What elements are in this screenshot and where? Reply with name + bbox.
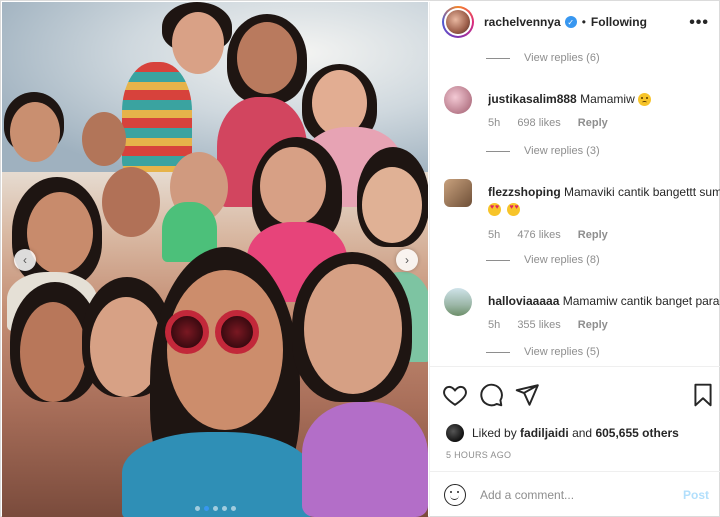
comment-likes[interactable]: 698 likes	[517, 117, 560, 129]
comment-message: Mamamiw cantik banget para	[562, 294, 720, 308]
person-face	[102, 167, 160, 237]
likes-middle: and	[572, 426, 593, 440]
person-shirt	[122, 62, 192, 172]
avatar[interactable]	[442, 6, 474, 38]
likes-prefix: Liked by	[472, 426, 517, 440]
comment-meta: 5h 355 likes Reply	[488, 319, 622, 331]
carousel-dot	[212, 506, 218, 511]
person-face	[304, 264, 402, 394]
commenter-avatar[interactable]	[444, 86, 472, 114]
person-face	[27, 192, 93, 274]
comment-likes[interactable]: 355 likes	[517, 319, 560, 331]
view-replies-link[interactable]: View replies (6)	[486, 52, 600, 64]
post-side-panel: rachelvennya ✓ • Following ••• View repl…	[429, 2, 720, 517]
commenter-username[interactable]: justikasalim888	[488, 92, 577, 106]
comment-age: 5h	[488, 319, 501, 331]
paper-plane-icon[interactable]	[514, 382, 540, 408]
view-replies-label: View replies (6)	[524, 52, 600, 64]
carousel-indicator	[2, 506, 428, 511]
post-timestamp[interactable]: 5 HOURS AGO	[446, 450, 511, 460]
chevron-right-icon: ›	[405, 253, 409, 267]
comment-emojis	[488, 201, 522, 219]
verified-badge-icon: ✓	[564, 16, 577, 28]
commenter-username[interactable]: halloviaaaaa	[488, 294, 559, 308]
action-bar	[430, 382, 720, 414]
commenter-avatar[interactable]	[444, 288, 472, 316]
comment-icon[interactable]	[478, 382, 504, 408]
reply-button[interactable]: Reply	[578, 229, 608, 241]
comment-likes[interactable]: 476 likes	[517, 229, 560, 241]
comment-age: 5h	[488, 229, 501, 241]
comment-age: 5h	[488, 117, 501, 129]
author-username[interactable]: rachelvennya	[484, 15, 561, 29]
person-face	[260, 147, 326, 225]
reply-line	[486, 259, 510, 261]
comment-meta: 5h 698 likes Reply	[488, 117, 622, 129]
heart-icon[interactable]	[442, 382, 468, 408]
divider	[430, 366, 720, 367]
person-shirt	[302, 402, 428, 517]
post-photo[interactable]: ‹ ›	[2, 2, 428, 517]
heart-eyes-emoji-icon	[507, 203, 521, 217]
person-face	[172, 12, 224, 74]
carousel-dot-active	[203, 506, 209, 511]
likes-others-link[interactable]: 605,655 others	[595, 426, 678, 440]
bookmark-icon[interactable]	[690, 382, 716, 408]
carousel-dot	[221, 506, 227, 511]
view-replies-link[interactable]: View replies (5)	[486, 346, 600, 358]
reply-line	[486, 150, 510, 152]
comment-text: halloviaaaaa Mamamiw cantik banget para	[488, 294, 720, 308]
comment-composer: Post	[430, 472, 720, 517]
liker-avatar[interactable]	[446, 424, 464, 442]
heart-eyes-emoji-icon	[488, 203, 501, 217]
reply-line	[486, 351, 510, 353]
comment-text: justikasalim888 Mamamiw	[488, 92, 720, 107]
following-button[interactable]: Following	[591, 15, 647, 29]
person-face	[237, 22, 297, 94]
sunglasses	[165, 310, 259, 354]
reply-button[interactable]: Reply	[578, 319, 608, 331]
comment-message: Mamamiw	[580, 92, 635, 106]
carousel-dot	[230, 506, 236, 511]
emoji-picker-icon[interactable]	[444, 483, 466, 506]
person-face	[362, 167, 422, 243]
more-options-icon[interactable]: •••	[689, 14, 709, 32]
comment-input[interactable]	[480, 487, 670, 502]
likes-summary: Liked by fadiljaidi and 605,655 others	[446, 424, 679, 442]
commenter-avatar[interactable]	[444, 179, 472, 207]
person-face	[10, 102, 60, 162]
person-face	[82, 112, 126, 166]
comments-list[interactable]: View replies (6) justikasalim888 Mamamiw…	[430, 42, 720, 366]
carousel-dot	[194, 506, 200, 511]
chevron-left-icon: ‹	[23, 253, 27, 267]
view-replies-link[interactable]: View replies (8)	[486, 254, 600, 266]
view-replies-label: View replies (8)	[524, 254, 600, 266]
sad-face-emoji-icon	[638, 93, 652, 107]
post-window: ‹ › rachelvennya ✓ • Following ••• View …	[0, 0, 720, 517]
view-replies-label: View replies (3)	[524, 145, 600, 157]
comment-meta: 5h 476 likes Reply	[488, 229, 622, 241]
person-shirt	[122, 432, 312, 517]
comment-message: Mamaviki cantik bangettt sum	[564, 185, 720, 199]
commenter-username[interactable]: flezzshoping	[488, 185, 561, 199]
post-comment-button[interactable]: Post	[683, 488, 709, 502]
liker-username[interactable]: fadiljaidi	[520, 426, 569, 440]
reply-line	[486, 57, 510, 59]
comment-text: flezzshoping Mamaviki cantik bangettt su…	[488, 185, 720, 199]
carousel-prev-button[interactable]: ‹	[14, 249, 36, 271]
view-replies-label: View replies (5)	[524, 346, 600, 358]
reply-button[interactable]: Reply	[578, 117, 608, 129]
separator-dot: •	[581, 15, 586, 29]
post-header: rachelvennya ✓ • Following •••	[430, 2, 720, 42]
view-replies-link[interactable]: View replies (3)	[486, 145, 600, 157]
person-face	[20, 302, 86, 402]
carousel-next-button[interactable]: ›	[396, 249, 418, 271]
